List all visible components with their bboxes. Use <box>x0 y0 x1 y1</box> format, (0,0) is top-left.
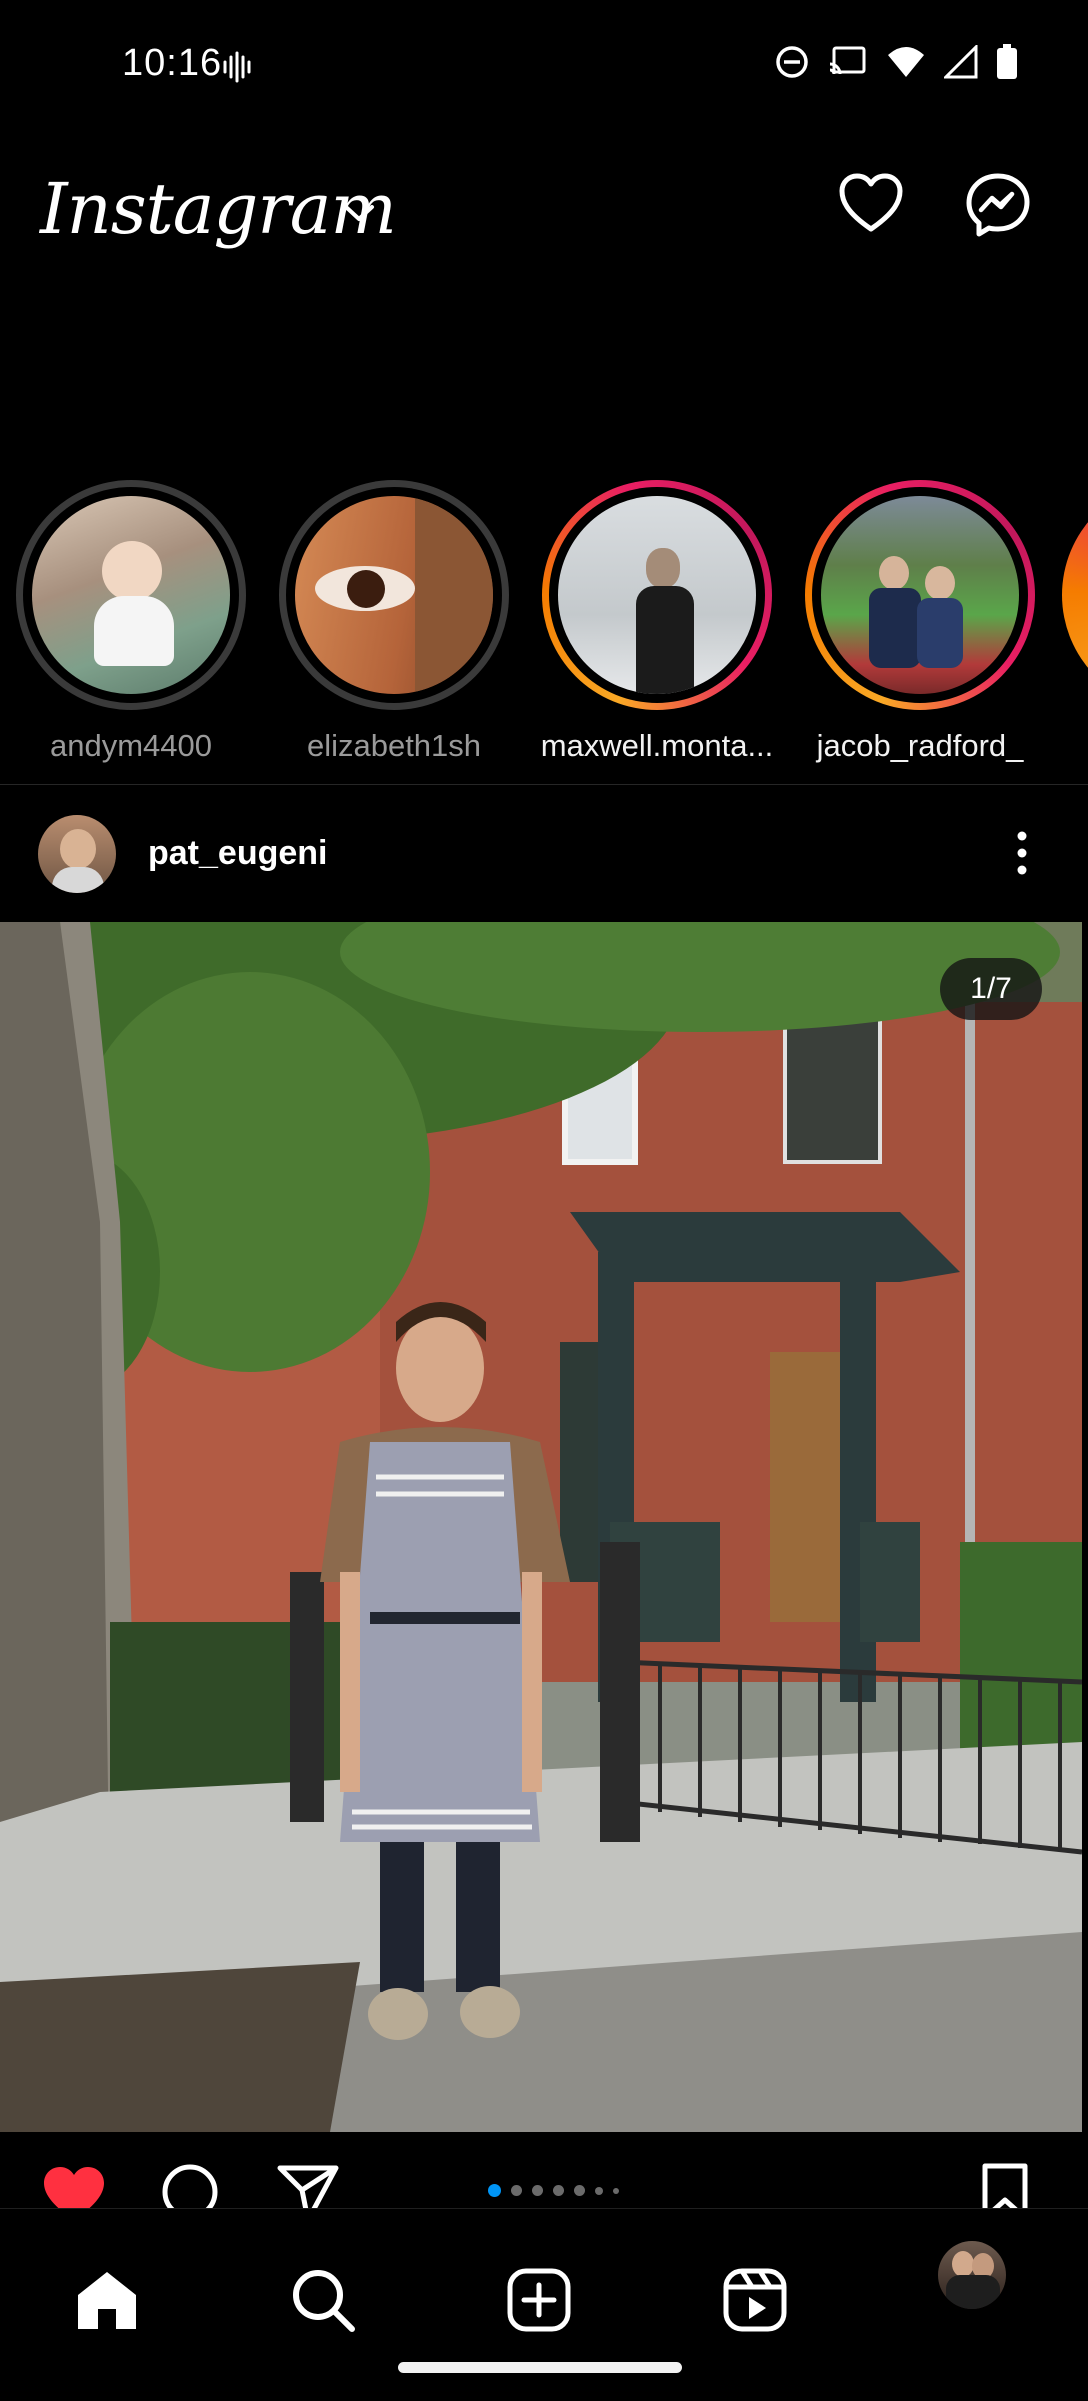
do-not-disturb-icon <box>776 46 808 78</box>
status-time: 10:16 <box>122 42 223 84</box>
heart-icon[interactable] <box>838 172 904 234</box>
story-ring <box>279 480 509 710</box>
carousel-dot-active <box>488 2184 501 2197</box>
post-author-username[interactable]: pat_eugeni <box>148 834 327 873</box>
home-icon[interactable] <box>74 2269 140 2331</box>
story-ring <box>805 480 1035 710</box>
battery-icon <box>997 44 1017 79</box>
post-header: pat_eugeni <box>0 800 1088 910</box>
carousel-indicator <box>488 2184 619 2197</box>
story-avatar <box>558 496 756 694</box>
story-username: maxwell.monta... <box>540 728 774 763</box>
gesture-home-bar[interactable] <box>398 2362 682 2373</box>
story-username: elizabeth1sh <box>306 728 482 763</box>
story-item[interactable]: jacob_radford_ <box>800 480 1040 764</box>
story-ring <box>16 480 246 710</box>
post-author-avatar[interactable] <box>38 815 116 893</box>
carousel-dot <box>553 2185 564 2196</box>
story-avatar <box>821 496 1019 694</box>
story-avatar <box>295 496 493 694</box>
carousel-dot <box>574 2185 585 2196</box>
story-username: andym4400 <box>49 728 212 763</box>
wifi-icon <box>888 47 924 77</box>
status-bar: 10:16 <box>0 0 1088 135</box>
story-ring <box>1062 480 1088 710</box>
more-options-icon[interactable] <box>1012 828 1032 878</box>
create-post-icon[interactable] <box>506 2267 572 2333</box>
profile-avatar[interactable] <box>938 2241 1006 2309</box>
story-avatar <box>32 496 230 694</box>
story-item[interactable]: elizabeth1sh <box>274 480 514 764</box>
carousel-dot <box>595 2186 603 2195</box>
app-header: Instagram <box>0 150 1088 270</box>
story-item[interactable]: andym4400 <box>11 480 251 764</box>
carousel-dot <box>532 2185 543 2196</box>
story-item-partial[interactable] <box>1062 480 1088 710</box>
carousel-dot <box>613 2187 619 2194</box>
post-photo <box>0 922 1082 2132</box>
divider <box>0 784 1088 785</box>
story-ring <box>542 480 772 710</box>
reels-icon[interactable] <box>722 2267 788 2333</box>
messenger-icon[interactable] <box>965 172 1031 238</box>
carousel-dot <box>511 2185 522 2196</box>
search-icon[interactable] <box>290 2267 356 2333</box>
cast-icon <box>829 46 866 75</box>
vibrate-icon <box>223 51 251 83</box>
story-username: jacob_radford_ <box>816 728 1024 763</box>
stories-tray: andym4400 elizabeth1sh maxwell.monta... … <box>0 480 1088 780</box>
chevron-down-icon[interactable] <box>342 202 376 224</box>
story-item[interactable]: maxwell.monta... <box>537 480 777 764</box>
signal-icon <box>944 45 978 79</box>
carousel-counter: 1/7 <box>940 958 1042 1020</box>
post-action-bar <box>0 2148 1088 2222</box>
post-image[interactable]: 1/7 <box>0 922 1082 2132</box>
